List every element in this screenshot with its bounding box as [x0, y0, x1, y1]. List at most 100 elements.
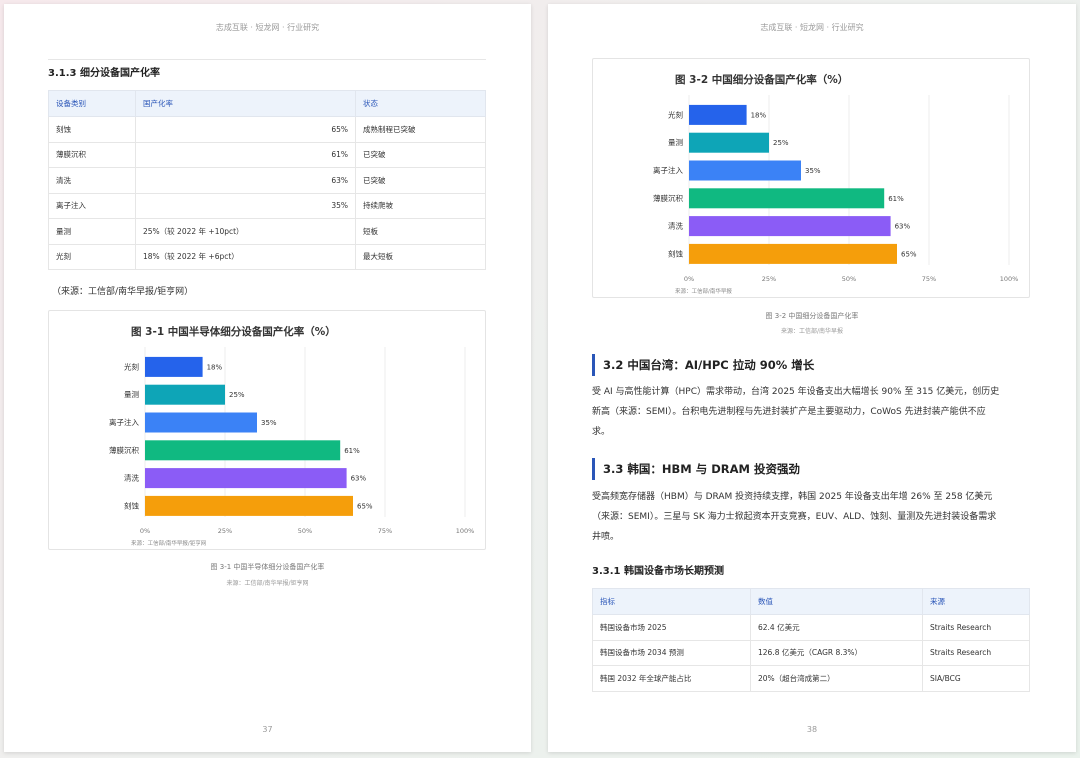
- chart-title: 图 3-1 中国半导体细分设备国产化率（%）: [131, 325, 336, 338]
- category-label: 量测: [668, 138, 683, 147]
- table-row: 光刻 18%（较 2022 年 +6pct） 最大短板: [48, 243, 486, 270]
- category-label: 薄膜沉积: [109, 445, 139, 455]
- column-header: 来源: [922, 588, 1030, 615]
- figure-source: 来源：工信部/南华早报/钜亨网: [226, 580, 309, 587]
- paragraph-line: 受高频宽存储器（HBM）与 DRAM 投资持续支撑，韩国 2025 年设备支出年…: [592, 492, 993, 502]
- paragraph-line: （来源：SEMI）。三星与 SK 海力士掀起资本开支竞赛，EUV、ALD、蚀刻、…: [592, 512, 997, 522]
- cell-category: 清洗: [48, 167, 136, 194]
- data-label: 63%: [895, 223, 911, 231]
- cell-rate: 63%: [135, 167, 356, 194]
- table-row: 清洗 63% 已突破: [48, 167, 486, 194]
- table-row: 韩国 2032 年全球产能占比 20%（超台湾成第二） SIA/BCG: [592, 665, 1030, 692]
- cell-status: 短板: [355, 218, 486, 245]
- data-label: 35%: [261, 419, 277, 427]
- bar: [145, 440, 341, 461]
- figure-caption: 图 3-2 中国细分设备国产化率: [765, 312, 859, 320]
- cell-status: 最大短板: [355, 243, 486, 270]
- figure-source: 来源：工信部/南华早报: [780, 328, 844, 335]
- data-label: 18%: [207, 363, 223, 371]
- cell-rate: 25%（较 2022 年 +10pct）: [135, 218, 356, 245]
- x-tick-label: 75%: [922, 275, 936, 283]
- data-label: 65%: [901, 250, 917, 258]
- category-label: 离子注入: [653, 165, 683, 175]
- x-tick-label: 0%: [140, 527, 150, 535]
- x-tick-label: 75%: [378, 527, 392, 535]
- figure-caption: 图 3-1 中国半导体细分设备国产化率: [210, 563, 325, 571]
- cell-category: 光刻: [48, 243, 136, 270]
- cell-source: Straits Research: [922, 639, 1030, 666]
- paragraph-3-2: 受 AI 与高性能计算（HPC）需求带动，台湾 2025 年设备支出大幅增长 9…: [592, 382, 1032, 442]
- category-label: 光刻: [124, 361, 139, 371]
- cell-rate: 35%: [135, 192, 356, 219]
- cell-status: 已突破: [355, 141, 486, 168]
- chart-figure-3-1: 图 3-1 中国半导体细分设备国产化率（%） 0% 25% 50% 75% 100% 光刻 1…: [48, 310, 486, 550]
- cell-metric: 韩国设备市场 2034 预测: [592, 639, 751, 666]
- chart-figure-3-2: 图 3-2 中国细分设备国产化率（%） 0% 25% 50% 75% 100% 光刻 18% 量…: [592, 58, 1030, 298]
- cell-status: 已突破: [355, 167, 486, 194]
- cell-metric: 韩国设备市场 2025: [592, 614, 751, 641]
- x-tick-label: 25%: [762, 275, 776, 283]
- data-label: 65%: [357, 502, 373, 510]
- category-label: 光刻: [668, 109, 683, 119]
- cell-status: 持续爬坡: [355, 192, 486, 219]
- bar: [689, 188, 885, 209]
- column-header: 状态: [355, 90, 486, 117]
- running-head: 志成互联 · 短龙网 · 行业研究: [760, 23, 864, 32]
- category-label: 薄膜沉积: [653, 193, 683, 203]
- bar-chart: 图 3-1 中国半导体细分设备国产化率（%） 0% 25% 50% 75% 100% 光刻 1…: [109, 325, 475, 547]
- category-label: 量测: [124, 390, 139, 399]
- cell-metric: 韩国 2032 年全球产能占比: [592, 665, 751, 692]
- cell-rate: 18%（较 2022 年 +6pct）: [135, 243, 356, 270]
- paragraph-3-3: 受高频宽存储器（HBM）与 DRAM 投资持续支撑，韩国 2025 年设备支出年…: [592, 487, 1032, 547]
- x-tick-label: 50%: [298, 527, 312, 535]
- cell-value: 62.4 亿美元: [750, 614, 923, 641]
- bar: [145, 356, 203, 377]
- data-label: 18%: [751, 111, 767, 119]
- cell-status: 成熟制程已突破: [355, 116, 486, 143]
- cell-category: 刻蚀: [48, 116, 136, 143]
- cell-value: 126.8 亿美元（CAGR 8.3%）: [750, 639, 923, 666]
- category-label: 离子注入: [109, 417, 139, 427]
- cell-rate: 61%: [135, 141, 356, 168]
- x-tick-label: 25%: [218, 527, 232, 535]
- bar-chart: 图 3-2 中国细分设备国产化率（%） 0% 25% 50% 75% 100% 光刻 18% 量…: [653, 73, 1018, 295]
- data-label: 25%: [773, 139, 789, 147]
- left-page: 志成互联 · 短龙网 · 行业研究 3.1.3 细分设备国产化率 设备类别 国产…: [4, 4, 531, 752]
- bar: [689, 243, 897, 264]
- section-heading: 3.1.3 细分设备国产化率: [48, 68, 160, 79]
- category-label: 刻蚀: [668, 248, 683, 258]
- x-tick-label: 100%: [456, 527, 475, 535]
- bar: [689, 216, 891, 237]
- paragraph-line: 求。: [592, 427, 611, 437]
- chart-source: 来源：工信部/南华早报: [675, 287, 732, 295]
- bar: [689, 104, 747, 125]
- data-label: 61%: [888, 195, 904, 203]
- column-header: 国产化率: [135, 90, 356, 117]
- source-note: （来源：工信部/南华早报/钜亨网）: [52, 287, 194, 297]
- bar: [145, 468, 347, 489]
- bar: [145, 384, 225, 405]
- section-heading-3-2: 3.2 中国台湾：AI/HPC 拉动 90% 增长: [592, 354, 814, 376]
- page-number: 38: [806, 725, 818, 734]
- divider: [48, 59, 486, 60]
- bar: [689, 132, 769, 153]
- table-row: 韩国设备市场 2034 预测 126.8 亿美元（CAGR 8.3%） Stra…: [592, 639, 1030, 666]
- data-label: 35%: [805, 167, 821, 175]
- data-label: 25%: [229, 391, 245, 399]
- cell-rate: 65%: [135, 116, 356, 143]
- table-row: 韩国设备市场 2025 62.4 亿美元 Straits Research: [592, 614, 1030, 641]
- category-label: 清洗: [668, 221, 683, 231]
- cell-source: SIA/BCG: [922, 665, 1030, 692]
- column-header: 指标: [592, 588, 751, 615]
- column-header: 设备类别: [48, 90, 136, 117]
- column-header: 数值: [750, 588, 923, 615]
- table-header-row: 设备类别 国产化率 状态: [48, 90, 486, 117]
- section-heading-3-3: 3.3 韩国：HBM 与 DRAM 投资强劲: [592, 458, 800, 480]
- page-number: 37: [262, 725, 273, 734]
- x-tick-label: 50%: [842, 275, 856, 283]
- table-row: 量测 25%（较 2022 年 +10pct） 短板: [48, 218, 486, 245]
- paragraph-line: 新高（来源：SEMI）。台积电先进制程与先进封装扩产是主要驱动力，CoWoS 先…: [592, 407, 986, 417]
- cell-category: 离子注入: [48, 192, 136, 219]
- cell-category: 量测: [48, 218, 136, 245]
- paragraph-line: 受 AI 与高性能计算（HPC）需求带动，台湾 2025 年设备支出大幅增长 9…: [592, 387, 1000, 397]
